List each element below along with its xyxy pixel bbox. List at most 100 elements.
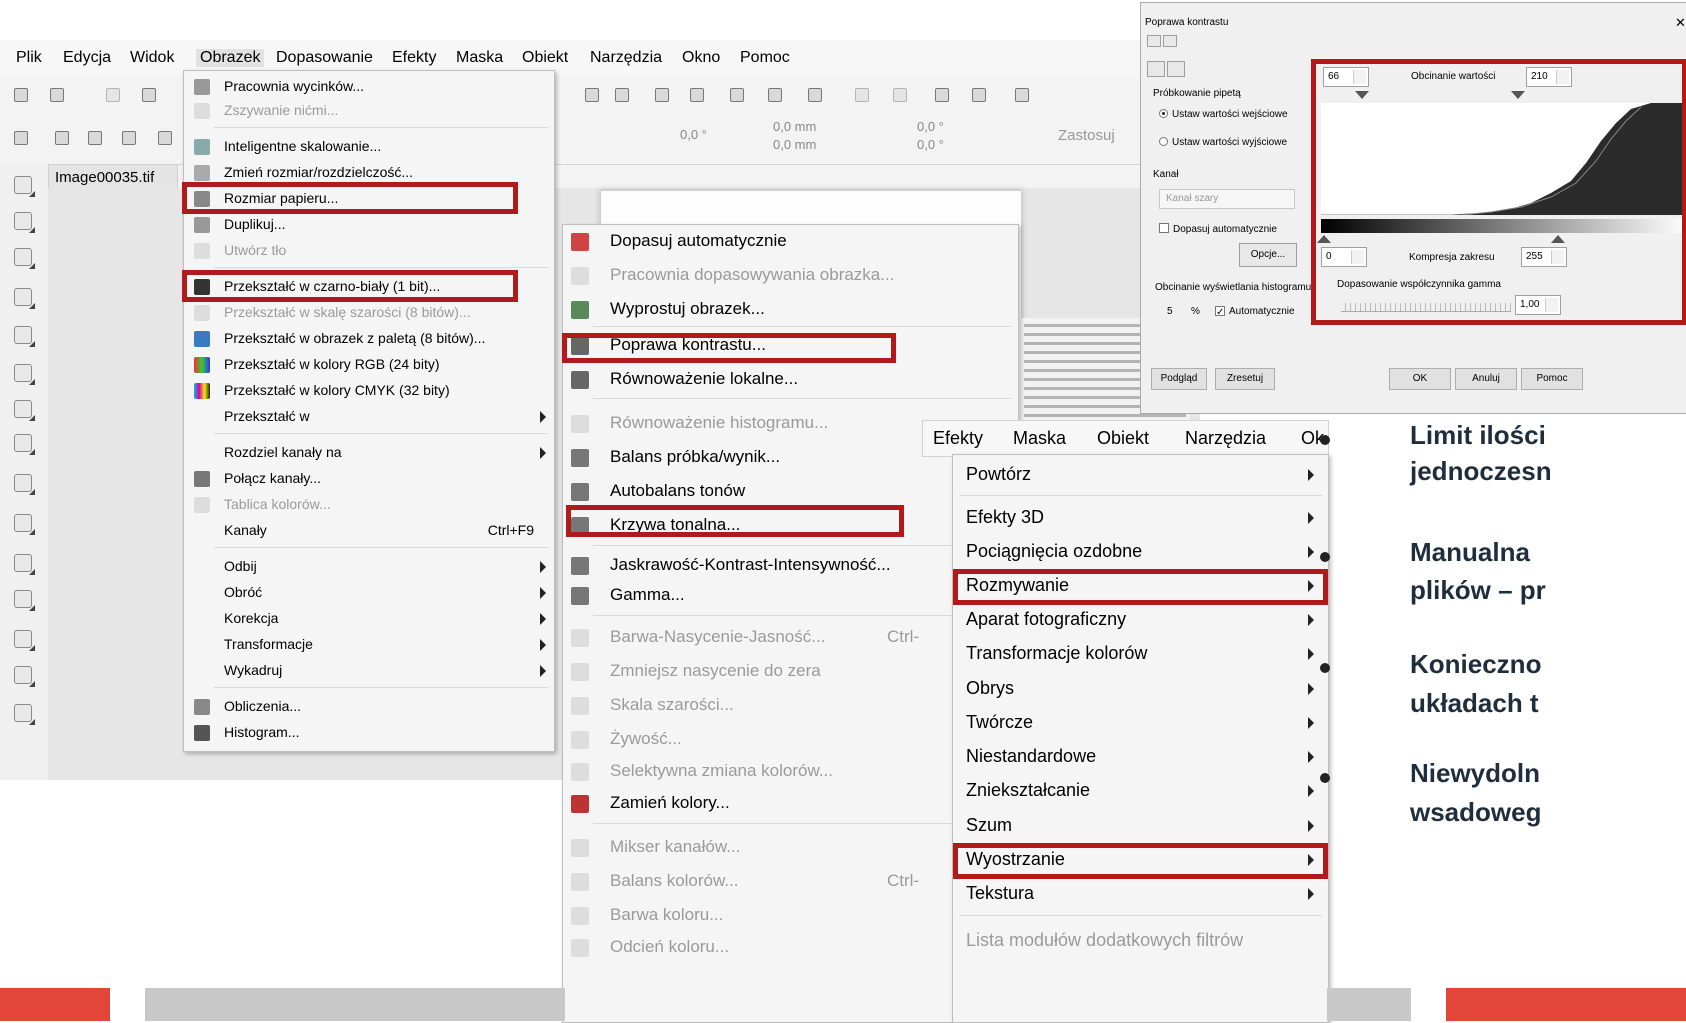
text-tool-icon[interactable] xyxy=(14,474,35,495)
eraser-tool-icon[interactable] xyxy=(14,434,35,455)
document-tab[interactable]: Image00035.tif xyxy=(48,164,178,188)
menu-item-powtorz[interactable]: Powtórz xyxy=(953,459,1328,493)
reset-button[interactable]: Zresetuj xyxy=(1215,368,1275,390)
angle-x-field[interactable]: 0,0 ° xyxy=(917,119,944,134)
distort-icon[interactable] xyxy=(158,131,172,145)
rect-mask-tool-icon[interactable] xyxy=(14,248,35,269)
fit-icon[interactable] xyxy=(615,88,629,102)
menu-widok[interactable]: Widok xyxy=(130,49,174,67)
eyedropper-tool-icon[interactable] xyxy=(14,364,35,385)
close-icon[interactable]: ✕ xyxy=(1675,15,1686,31)
menu-item-tekstura[interactable]: Tekstura xyxy=(953,878,1328,912)
menu-item-skala-szarosci[interactable]: Przekształć w skalę szarości (8 bitów)..… xyxy=(184,301,554,325)
clip-high-handle-icon[interactable] xyxy=(1511,91,1525,99)
menu-item-dopasuj-automatycznie[interactable]: Dopasuj automatycznie xyxy=(563,225,1018,259)
paint-tool-icon[interactable] xyxy=(14,590,35,611)
menu-item-autobalans-tonow[interactable]: Autobalans tonów xyxy=(563,475,1018,509)
menu-item-lista-modulow[interactable]: Lista modułów dodatkowych filtrów xyxy=(953,925,1328,959)
menu-item-wyprostuj[interactable]: Wyprostuj obrazek... xyxy=(563,293,1018,327)
menu-item-polacz-kanaly[interactable]: Połącz kanały... xyxy=(184,467,554,491)
marquee-icon[interactable] xyxy=(808,88,822,102)
guides-icon[interactable] xyxy=(690,88,704,102)
menu-item-gamma[interactable]: Gamma... xyxy=(563,579,1018,613)
angle-y-field[interactable]: 0,0 ° xyxy=(917,137,944,152)
menu-item-zamien-kolory[interactable]: Zamień kolory... xyxy=(563,787,1018,821)
freehand-mask-tool-icon[interactable] xyxy=(14,288,35,309)
menu-item-histogram[interactable]: Histogram... xyxy=(184,721,554,745)
menu-item-rownowazenie-lokalne[interactable]: Równoważenie lokalne... xyxy=(563,363,1018,397)
menu-item-rozdziel-kanaly[interactable]: Rozdziel kanały na xyxy=(184,441,554,465)
menu-item-jaskrawosc-kontrast[interactable]: Jaskrawość-Kontrast-Intensywność... xyxy=(563,549,1018,583)
menu-maska-2[interactable]: Maska xyxy=(1013,428,1066,449)
mask-view-icon[interactable] xyxy=(768,88,782,102)
channel-select[interactable]: Kanał szary xyxy=(1159,189,1295,209)
menu-item-utworz-tlo[interactable]: Utwórz tło xyxy=(184,239,554,263)
display-icon[interactable] xyxy=(1015,88,1029,102)
menu-item-szum[interactable]: Szum xyxy=(953,810,1328,844)
launch-icon[interactable] xyxy=(935,88,949,102)
snap-icon[interactable] xyxy=(730,88,744,102)
cancel-button[interactable]: Anuluj xyxy=(1455,368,1517,390)
view-mode-2-icon[interactable] xyxy=(1163,35,1177,47)
menu-item-skala-szarosci-2[interactable]: Skala szarości... xyxy=(563,689,1018,723)
menu-item-odcien-koloru[interactable]: Odcień koloru... xyxy=(563,931,1018,965)
menu-obrazek[interactable]: Obrazek xyxy=(196,49,265,67)
view-mode-icon[interactable] xyxy=(1147,35,1161,47)
menu-item-kanaly[interactable]: Kanały Ctrl+F9 xyxy=(184,519,554,543)
menu-item-pracownia-wycinkow[interactable]: Pracownia wycinków... xyxy=(184,75,554,99)
menu-item-balans-kolorow[interactable]: Balans kolorów... Ctrl- xyxy=(563,865,1018,899)
menu-narzedzia-2[interactable]: Narzędzia xyxy=(1185,428,1266,449)
radio-input-values[interactable]: Ustaw wartości wejściowe xyxy=(1159,109,1288,120)
menu-item-wykadruj[interactable]: Wykadruj xyxy=(184,659,554,683)
skew-icon[interactable] xyxy=(122,131,136,145)
menu-plik[interactable]: Plik xyxy=(16,49,42,67)
menu-item-krzywa-tonalna[interactable]: Krzywa tonalna... xyxy=(563,509,1018,543)
effect-tool-icon[interactable] xyxy=(14,630,35,651)
menu-item-obroc[interactable]: Obróć xyxy=(184,581,554,605)
output-low-input[interactable]: 0 xyxy=(1321,247,1367,267)
rulers-icon[interactable] xyxy=(655,88,669,102)
menu-item-barwa-nasycenie[interactable]: Barwa-Nasycenie-Jasność... Ctrl- xyxy=(563,621,1018,655)
menu-item-inteligentne-skalowanie[interactable]: Inteligentne skalowanie... xyxy=(184,135,554,159)
gamma-slider[interactable] xyxy=(1341,303,1511,312)
scale-icon[interactable] xyxy=(88,131,102,145)
new-file-icon[interactable] xyxy=(14,88,28,102)
eyedropper-white-icon[interactable] xyxy=(1167,61,1185,77)
grid-icon[interactable] xyxy=(855,88,869,102)
preview-button[interactable]: Podgląd xyxy=(1151,368,1207,390)
menu-item-znieksztalcanie[interactable]: Zniekształcanie xyxy=(953,775,1328,809)
menu-item-aparat[interactable]: Aparat fotograficzny xyxy=(953,604,1328,638)
save-icon[interactable] xyxy=(106,88,120,102)
size-y-field[interactable]: 0,0 mm xyxy=(773,137,816,152)
menu-item-selektywna-zmiana[interactable]: Selektywna zmiana kolorów... xyxy=(563,755,1018,789)
output-low-handle-icon[interactable] xyxy=(1317,235,1331,243)
menu-item-rgb[interactable]: Przekształć w kolory RGB (24 bity) xyxy=(184,353,554,377)
menu-item-obliczenia[interactable]: Obliczenia... xyxy=(184,695,554,719)
print-icon[interactable] xyxy=(142,88,156,102)
menu-dopasowanie[interactable]: Dopasowanie xyxy=(276,49,373,67)
bucket-tool-icon[interactable] xyxy=(14,704,35,725)
output-high-input[interactable]: 255 xyxy=(1521,247,1567,267)
menu-okno[interactable]: Okno xyxy=(682,49,720,67)
apply-button[interactable]: Zastosuj xyxy=(1058,127,1115,144)
menu-item-duplikuj[interactable]: Duplikuj... xyxy=(184,213,554,237)
crop-tool-icon[interactable] xyxy=(14,212,35,233)
eyedropper-black-icon[interactable] xyxy=(1147,61,1165,77)
menu-item-przeksztalc-w[interactable]: Przekształć w xyxy=(184,405,554,429)
automatic-checkbox[interactable]: ✓ Automatycznie xyxy=(1215,306,1295,318)
menu-item-pracownia-dopasowywania[interactable]: Pracownia dopasowywania obrazka... xyxy=(563,259,1018,293)
clone-tool-icon[interactable] xyxy=(14,514,35,535)
menu-pomoc[interactable]: Pomoc xyxy=(740,49,790,67)
output-high-handle-icon[interactable] xyxy=(1551,235,1565,243)
menu-item-wyostrzanie[interactable]: Wyostrzanie xyxy=(953,844,1328,878)
menu-item-efekty-3d[interactable]: Efekty 3D xyxy=(953,502,1328,536)
menu-item-zszywanie[interactable]: Zszywanie nićmi... xyxy=(184,99,554,123)
menu-maska[interactable]: Maska xyxy=(456,49,503,67)
angle-field[interactable]: 0,0 ° xyxy=(680,127,707,142)
lock-icon[interactable] xyxy=(893,88,907,102)
menu-item-korekcja[interactable]: Korekcja xyxy=(184,607,554,631)
menu-item-cmyk[interactable]: Przekształć w kolory CMYK (32 bity) xyxy=(184,379,554,403)
menu-item-barwa-koloru[interactable]: Barwa koloru... xyxy=(563,899,1018,933)
menu-item-rozmiar-papieru[interactable]: Rozmiar papieru... xyxy=(184,187,554,211)
shape-tool-icon[interactable] xyxy=(14,554,35,575)
